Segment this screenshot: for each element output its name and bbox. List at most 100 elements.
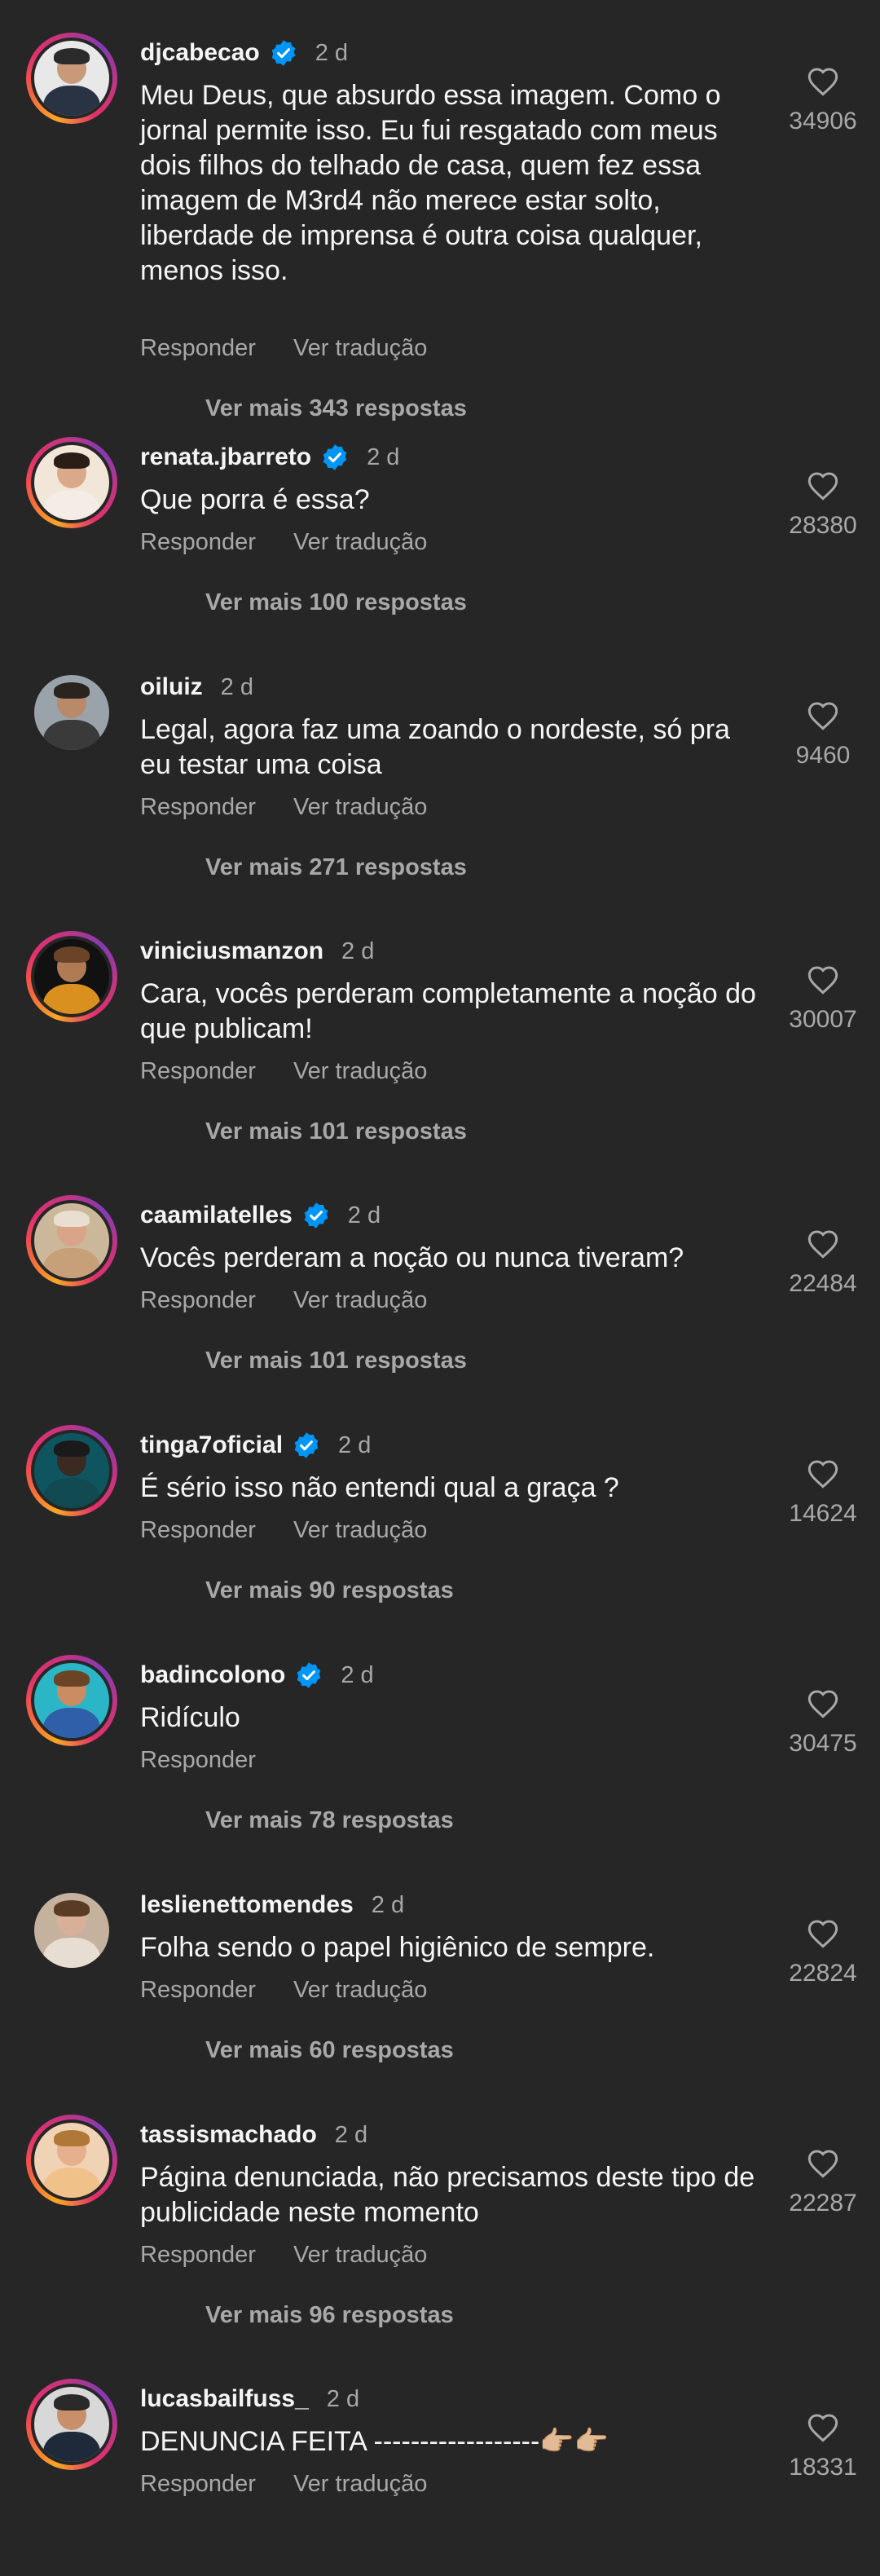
heart-icon[interactable] xyxy=(806,1917,840,1950)
comment-timestamp: 2 d xyxy=(334,2121,368,2148)
verified-badge-icon xyxy=(297,1662,321,1688)
avatar-hair xyxy=(53,48,90,65)
username-link[interactable]: tassismachado xyxy=(140,2121,317,2149)
see-translation-button[interactable]: Ver tradução xyxy=(293,2242,427,2269)
comment-timestamp: 2 d xyxy=(367,443,400,470)
avatar-hair xyxy=(53,1211,90,1228)
heart-icon[interactable] xyxy=(806,1458,840,1490)
comment-header: lucasbailfuss_ 2 d xyxy=(140,2380,359,2418)
username-link[interactable]: leslienettomendes xyxy=(140,1891,354,1919)
comment-item: tinga7oficial 2 d É sério isso não enten… xyxy=(0,1392,880,1622)
comment-header: leslienettomendes 2 d xyxy=(140,1886,404,1924)
comment-text: Vocês perderam a noção ou nunca tiveram? xyxy=(140,1242,684,1273)
avatar[interactable] xyxy=(26,2379,117,2470)
comment-text: Ridículo xyxy=(140,1702,240,1733)
like-control: 9460 xyxy=(774,699,872,770)
view-replies-button[interactable]: Ver mais 271 respostas xyxy=(205,854,467,881)
like-control: 28380 xyxy=(774,470,872,540)
username-link[interactable]: lucasbailfuss_ xyxy=(140,2385,309,2413)
username-link[interactable]: oiluiz xyxy=(140,673,203,701)
comment-actions: Responder xyxy=(140,1747,256,1774)
comments-list: djcabecao 2 d Meu Deus, que absurdo essa… xyxy=(0,0,880,2576)
reply-button[interactable]: Responder xyxy=(140,1058,256,1085)
avatar[interactable] xyxy=(26,1655,117,1746)
avatar[interactable] xyxy=(26,1195,117,1286)
reply-button[interactable]: Responder xyxy=(140,1517,256,1544)
reply-button[interactable]: Responder xyxy=(140,1977,256,2004)
avatar[interactable] xyxy=(26,1425,117,1516)
username-link[interactable]: djcabecao xyxy=(140,39,260,67)
see-translation-button[interactable]: Ver tradução xyxy=(293,1517,427,1544)
verified-badge-icon xyxy=(271,40,296,66)
comment-item: tassismachado 2 d Página denunciada, não… xyxy=(0,2082,880,2346)
avatar[interactable] xyxy=(26,437,117,528)
comment-header: tassismachado 2 d xyxy=(140,2116,367,2154)
see-translation-button[interactable]: Ver tradução xyxy=(293,2471,427,2498)
reply-button[interactable]: Responder xyxy=(140,529,256,556)
comment-header: djcabecao 2 d xyxy=(140,34,348,72)
see-translation-button[interactable]: Ver tradução xyxy=(293,335,427,362)
heart-icon[interactable] xyxy=(806,1228,840,1260)
username-link[interactable]: caamilatelles xyxy=(140,1202,293,1229)
heart-icon[interactable] xyxy=(806,1687,840,1720)
view-replies-button[interactable]: Ver mais 101 respostas xyxy=(205,1348,467,1374)
username-link[interactable]: tinga7oficial xyxy=(140,1431,283,1459)
view-replies-button[interactable]: Ver mais 78 respostas xyxy=(205,1807,454,1834)
see-translation-button[interactable]: Ver tradução xyxy=(293,1977,427,2004)
see-translation-button[interactable]: Ver tradução xyxy=(293,794,427,821)
heart-icon[interactable] xyxy=(806,699,840,732)
avatar-image xyxy=(34,1663,109,1738)
comment-item: lucasbailfuss_ 2 d DENUNCIA FEITA ------… xyxy=(0,2346,880,2576)
comment-timestamp: 2 d xyxy=(341,1661,374,1688)
avatar-body xyxy=(43,1478,100,1508)
reply-button[interactable]: Responder xyxy=(140,335,256,362)
avatar-image xyxy=(34,939,109,1014)
avatar-body xyxy=(43,86,100,116)
view-replies-button[interactable]: Ver mais 96 respostas xyxy=(205,2302,454,2329)
comment-item: viniciusmanzon 2 d Cara, vocês perderam … xyxy=(0,898,880,1162)
comment-text: Meu Deus, que absurdo essa imagem. Como … xyxy=(140,80,721,286)
avatar[interactable] xyxy=(26,1885,117,1976)
comment-header: renata.jbarreto 2 d xyxy=(140,439,399,476)
verified-badge-icon xyxy=(294,1432,319,1458)
avatar[interactable] xyxy=(26,2115,117,2206)
username-link[interactable]: viniciusmanzon xyxy=(140,937,323,965)
comment-actions: Responder Ver tradução xyxy=(140,1287,427,1314)
comment-header: caamilatelles 2 d xyxy=(140,1197,381,1234)
comment-actions: Responder Ver tradução xyxy=(140,1058,427,1085)
see-translation-button[interactable]: Ver tradução xyxy=(293,1287,427,1314)
avatar-body xyxy=(43,490,100,520)
avatar-image xyxy=(34,675,109,750)
comment-timestamp: 2 d xyxy=(371,1891,405,1918)
see-translation-button[interactable]: Ver tradução xyxy=(293,1058,427,1085)
avatar-hair xyxy=(53,946,90,964)
comment-timestamp: 2 d xyxy=(326,2385,360,2412)
avatar-hair xyxy=(53,2130,90,2147)
reply-button[interactable]: Responder xyxy=(140,2471,256,2498)
heart-icon[interactable] xyxy=(806,470,840,502)
heart-icon[interactable] xyxy=(806,2147,840,2180)
username-link[interactable]: badincolono xyxy=(140,1661,285,1689)
reply-button[interactable]: Responder xyxy=(140,794,256,821)
see-translation-button[interactable]: Ver tradução xyxy=(293,529,427,556)
reply-button[interactable]: Responder xyxy=(140,1747,256,1774)
comment-item: renata.jbarreto 2 d Que porra é essa? Re… xyxy=(0,404,880,634)
comment-actions: Responder Ver tradução xyxy=(140,2242,427,2269)
username-link[interactable]: renata.jbarreto xyxy=(140,443,311,471)
reply-button[interactable]: Responder xyxy=(140,1287,256,1314)
view-replies-button[interactable]: Ver mais 60 respostas xyxy=(205,2037,454,2064)
avatar-image xyxy=(34,1433,109,1508)
like-control: 34906 xyxy=(774,65,872,135)
view-replies-button[interactable]: Ver mais 90 respostas xyxy=(205,1577,454,1604)
heart-icon[interactable] xyxy=(806,2411,840,2444)
avatar[interactable] xyxy=(26,33,117,124)
avatar[interactable] xyxy=(26,931,117,1022)
like-count: 18331 xyxy=(789,2454,857,2481)
avatar[interactable] xyxy=(26,667,117,758)
view-replies-button[interactable]: Ver mais 101 respostas xyxy=(205,1118,467,1145)
reply-button[interactable]: Responder xyxy=(140,2242,256,2269)
heart-icon[interactable] xyxy=(806,65,840,98)
comment-actions: Responder Ver tradução xyxy=(140,2471,427,2498)
view-replies-button[interactable]: Ver mais 100 respostas xyxy=(205,589,467,616)
heart-icon[interactable] xyxy=(806,964,840,996)
